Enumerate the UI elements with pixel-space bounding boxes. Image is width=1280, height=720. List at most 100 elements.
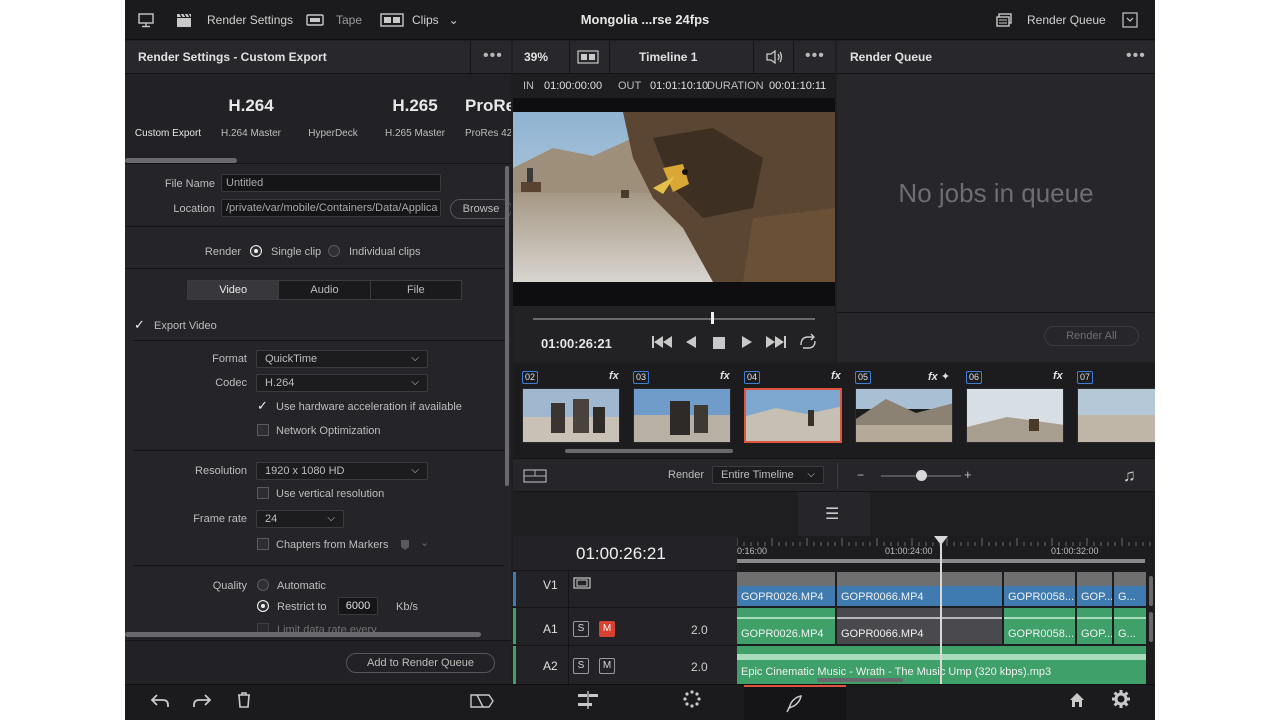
zoom-level[interactable]: 39% (524, 41, 548, 74)
home-icon[interactable] (1062, 685, 1092, 720)
music-clip[interactable]: Epic Cinematic Music - Wrath - The Music… (737, 646, 1147, 684)
trash-icon[interactable] (229, 685, 259, 720)
audio-clip[interactable]: GOPR0026.MP4 (737, 608, 836, 644)
zoom-out-icon[interactable]: − (857, 468, 864, 482)
tab-audio[interactable]: Audio (279, 281, 371, 299)
thumbnail-02[interactable] (522, 388, 620, 443)
speaker-icon[interactable] (765, 49, 785, 68)
render-all-button[interactable]: Render All (1044, 326, 1139, 346)
zoom-slider-handle[interactable] (916, 470, 927, 481)
queue-more-icon[interactable]: ••• (1126, 41, 1146, 71)
a2-mute-button[interactable]: M (599, 658, 615, 674)
chevron-down-icon[interactable]: ⌄ (449, 13, 459, 27)
playhead-handle[interactable] (934, 536, 948, 545)
chevron-down-icon[interactable]: ⌄ (420, 536, 429, 549)
thumbnail-07[interactable] (1077, 388, 1155, 443)
gear-icon[interactable] (1106, 685, 1136, 720)
bitrate-input[interactable]: 6000 (338, 597, 378, 615)
single-clip-radio[interactable] (250, 245, 262, 257)
chapters-checkbox[interactable] (257, 538, 269, 550)
thumbnail-06[interactable] (966, 388, 1064, 443)
video-clip[interactable]: GOPR0066.MP4 (837, 572, 1003, 606)
cut-page-icon[interactable] (465, 685, 499, 720)
add-to-render-queue-button[interactable]: Add to Render Queue (346, 653, 495, 673)
viewer-more-icon[interactable]: ••• (805, 41, 825, 71)
more-options-icon[interactable]: ••• (483, 41, 503, 71)
automatic-radio[interactable] (257, 579, 269, 591)
video-clip[interactable]: GOPR0026.MP4 (737, 572, 836, 606)
viewer-mode-icon[interactable] (577, 50, 599, 67)
location-input[interactable]: /private/var/mobile/Containers/Data/Appl… (221, 199, 441, 217)
thumbnail-04-selected[interactable] (744, 388, 842, 443)
audio-clip[interactable]: GOPR0058.... (1004, 608, 1076, 644)
clips-tab[interactable]: Clips ⌄ (380, 0, 459, 40)
thumbnail-03[interactable] (633, 388, 731, 443)
timeline-vscroll[interactable] (1149, 612, 1153, 642)
scrub-handle[interactable] (710, 312, 714, 324)
a1-mute-button[interactable]: M (599, 621, 615, 637)
redo-icon[interactable] (187, 685, 217, 720)
timeline-hscroll[interactable] (817, 678, 903, 682)
scrub-bar[interactable] (533, 318, 815, 320)
loop-icon[interactable] (797, 333, 819, 354)
video-clip[interactable]: GOP... (1077, 572, 1113, 606)
preset-custom-export[interactable]: Custom Export (133, 96, 203, 139)
stop-icon[interactable] (712, 336, 726, 353)
skip-start-icon[interactable] (651, 334, 675, 353)
preset-h264[interactable]: H.264 H.264 Master (211, 96, 291, 139)
audio-clip[interactable]: G... (1114, 608, 1147, 644)
timeline-menu-icon[interactable]: ☰ (825, 504, 839, 524)
network-opt-checkbox[interactable] (257, 424, 269, 436)
render-range-select[interactable]: Entire Timeline ⌵ (712, 466, 824, 484)
a1-solo-button[interactable]: S (573, 621, 589, 637)
zoom-in-icon[interactable]: + (964, 467, 972, 482)
format-select[interactable]: QuickTime ⌵ (256, 350, 428, 368)
frame-rate-select[interactable]: 24 ⌵ (256, 510, 344, 528)
settings-scrollbar[interactable] (505, 166, 509, 486)
restrict-radio[interactable] (257, 600, 269, 612)
hw-accel-checkbox[interactable]: ✓ (257, 399, 269, 412)
tape-tab[interactable]: Tape (306, 0, 362, 40)
color-page-icon[interactable] (675, 685, 709, 720)
thumbnail-scrollbar[interactable] (565, 449, 733, 453)
music-note-icon[interactable]: ♫ (1123, 466, 1136, 486)
preset-h265[interactable]: H.265 H.265 Master (377, 96, 453, 139)
preset-hyperdeck[interactable]: HyperDeck (297, 96, 369, 139)
play-reverse-icon[interactable] (684, 334, 698, 353)
resolution-select[interactable]: 1920 x 1080 HD ⌵ (256, 462, 428, 480)
monitor-icon[interactable] (137, 0, 155, 40)
video-clip[interactable]: GOPR0058.... (1004, 572, 1076, 606)
undo-icon[interactable] (145, 685, 175, 720)
codec-value: H.264 (265, 377, 295, 389)
tab-video[interactable]: Video (188, 281, 280, 299)
individual-clips-radio[interactable] (328, 245, 340, 257)
viewer-preview[interactable] (513, 98, 835, 306)
export-video-checkbox[interactable]: ✓ (134, 318, 146, 331)
vertical-res-checkbox[interactable] (257, 487, 269, 499)
thumbnail-05[interactable] (855, 388, 953, 443)
file-name-input[interactable]: Untitled (221, 174, 441, 192)
skip-end-icon[interactable] (763, 334, 787, 353)
timeline-tracks[interactable]: 0:16:00 01:00:24:00 01:00:32:00 GOPR0026… (737, 536, 1155, 684)
audio-clip[interactable]: GOP... (1077, 608, 1113, 644)
audio-clip[interactable]: GOPR0066.MP4 (837, 608, 1003, 644)
play-icon[interactable] (740, 334, 754, 353)
deliver-page-tab[interactable] (744, 685, 846, 720)
preset-prores[interactable]: ProRe ProRes 422 (465, 96, 511, 139)
codec-select[interactable]: H.264 ⌵ (256, 374, 428, 392)
render-queue-toggle[interactable]: Render Queue (995, 0, 1106, 40)
timeline-vscroll[interactable] (1149, 576, 1153, 606)
collapse-icon[interactable] (1122, 0, 1138, 40)
playhead[interactable] (940, 536, 942, 684)
browse-button[interactable]: Browse (450, 199, 511, 219)
video-clip[interactable]: G... (1114, 572, 1147, 606)
tab-file[interactable]: File (371, 281, 461, 299)
edit-page-icon[interactable] (571, 685, 605, 720)
render-settings-tab[interactable]: Render Settings (175, 0, 293, 40)
timeline-name[interactable]: Timeline 1 (639, 41, 697, 74)
film-icon[interactable] (573, 577, 591, 592)
settings-hscrollbar[interactable] (125, 632, 481, 637)
preset-scrollbar[interactable] (125, 158, 237, 163)
a2-solo-button[interactable]: S (573, 658, 589, 674)
layout-icon[interactable] (523, 468, 547, 487)
